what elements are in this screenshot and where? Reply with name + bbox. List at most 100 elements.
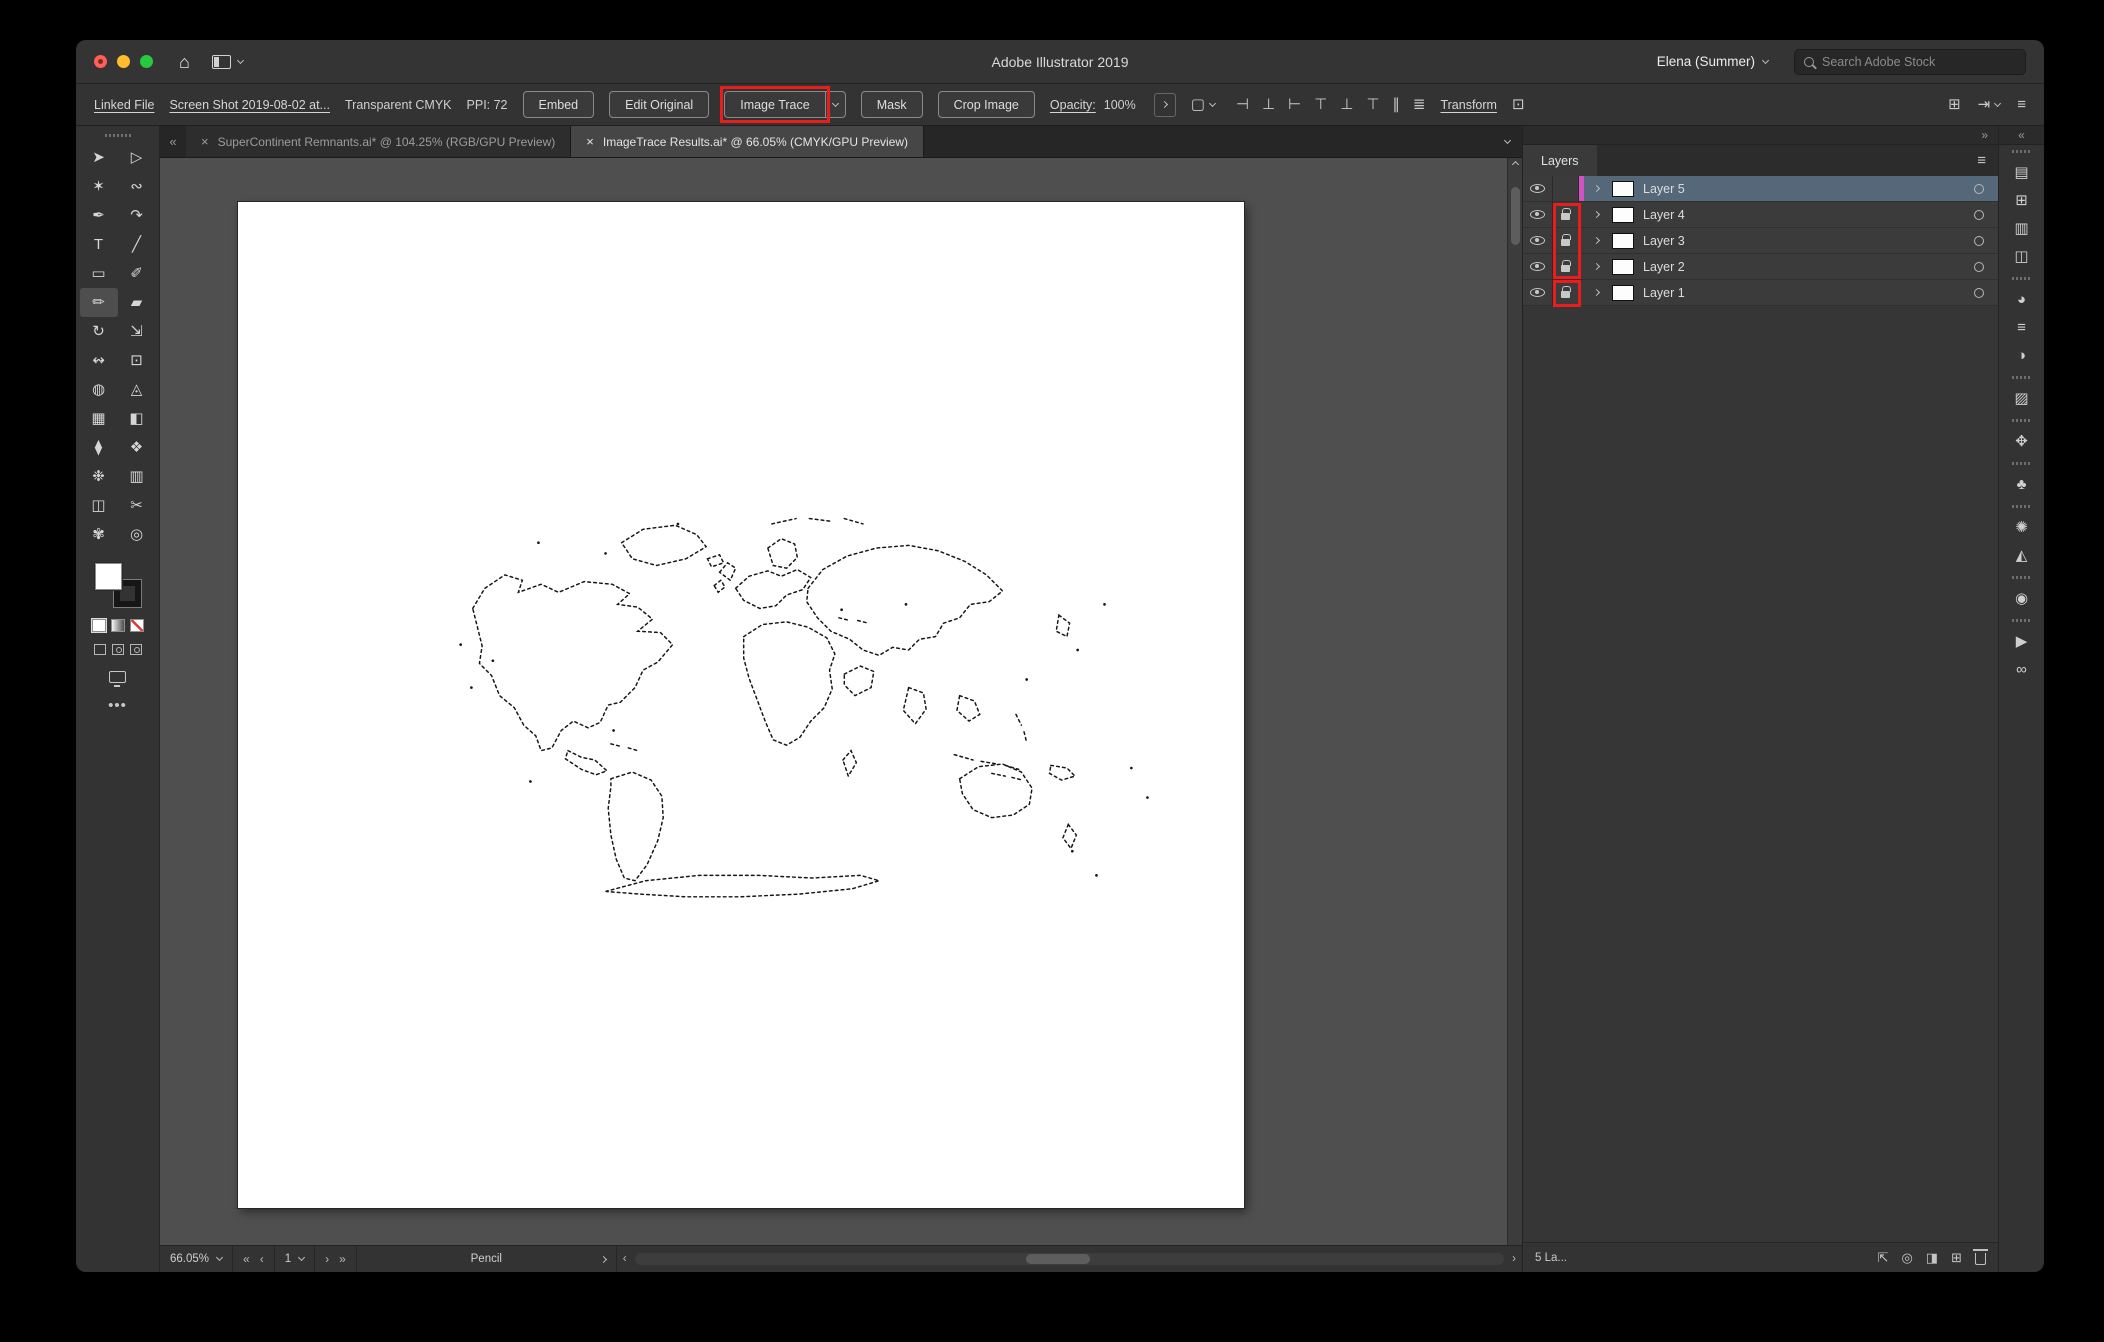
locate-object-icon[interactable]: ◎ [1901,1250,1912,1266]
shape-builder-tool[interactable]: ◍ [80,375,118,404]
gradient-button[interactable] [110,619,125,632]
mesh-tool[interactable]: ▦ [80,404,118,433]
share-document-icon[interactable]: ⇥ [1978,97,2002,112]
transform-label[interactable]: Transform [1440,98,1497,112]
image-trace-button[interactable]: Image Trace [724,91,826,118]
layer-name[interactable]: Layer 2 [1643,260,1685,274]
symbol-sprayer-tool[interactable]: ❉ [80,462,118,491]
opacity-label[interactable]: Opacity: [1050,98,1096,112]
align-horizontal-center-icon[interactable]: ⊥ [1262,97,1275,112]
align-vertical-bottom-icon[interactable]: ⊤ [1366,97,1379,112]
scale-tool[interactable]: ⇲ [118,317,156,346]
free-transform-tool[interactable]: ⊡ [118,346,156,375]
layer-visibility-toggle[interactable] [1523,176,1553,201]
links-panel-icon[interactable]: ∞ [2016,655,2027,683]
distribute-horizontal-icon[interactable]: ∥ [1392,97,1400,112]
edit-toolbar-icon[interactable]: ••• [108,697,127,714]
slice-tool[interactable]: ✂ [118,491,156,520]
pen-tool[interactable]: ✒ [80,201,118,230]
rotate-tool[interactable]: ↻ [80,317,118,346]
artboard-tool[interactable]: ◫ [80,491,118,520]
crop-image-button[interactable]: Crop Image [937,91,1035,118]
appearance-panel-icon[interactable]: ✥ [2015,427,2028,455]
fullscreen-window-button[interactable] [140,55,153,68]
actions-panel-icon[interactable]: ▶ [2016,627,2028,655]
layer-lock-toggle[interactable] [1553,254,1579,279]
layer-lock-toggle[interactable] [1553,202,1579,227]
Layer 4[interactable]: Layer 4 [1523,202,1998,228]
scroll-left-icon[interactable]: ‹ [617,1246,633,1272]
Layer 3[interactable]: Layer 3 [1523,228,1998,254]
opacity-stepper-button[interactable] [1153,92,1176,117]
perspective-grid-tool[interactable]: ◬ [118,375,156,404]
horizontal-scrollbar-thumb[interactable] [1025,1254,1090,1264]
tab-overflow-icon[interactable] [1492,126,1522,157]
horizontal-scrollbar[interactable] [634,1253,1505,1265]
line-segment-tool[interactable]: ╱ [118,230,156,259]
toolbar-grip[interactable] [104,134,131,137]
layer-lock-toggle[interactable] [1553,176,1579,201]
rectangle-tool[interactable]: ▭ [80,259,118,288]
transparency-panel-icon[interactable]: ▨ [2014,384,2028,412]
eraser-tool[interactable]: ▰ [118,288,156,317]
layer-visibility-toggle[interactable] [1523,228,1553,253]
delete-layer-icon[interactable] [1973,1249,1988,1265]
gradient-panel-icon[interactable]: ◑ [2017,341,2026,369]
minimize-window-button[interactable] [117,55,130,68]
document-tab[interactable]: × SuperContinent Remnants.ai* @ 104.25% … [186,126,572,157]
symbols-panel-icon[interactable]: ◫ [2014,242,2028,270]
vertical-scrollbar[interactable] [1507,158,1522,1245]
layer-thumbnail[interactable] [1612,206,1634,223]
arrange-documents-icon[interactable]: ⊞ [1948,97,1961,112]
collapse-panel-icon[interactable]: » [1981,128,1988,142]
stroke-panel-icon[interactable]: ≡ [2017,313,2026,341]
paintbrush-tool[interactable]: ✐ [118,259,156,288]
make-clipping-mask-icon[interactable]: ◨ [1926,1250,1938,1266]
account-menu[interactable]: Elena (Summer) [1657,54,1770,69]
next-artboard-icon[interactable]: › [325,1252,329,1266]
draw-behind-mode-button[interactable] [111,644,124,655]
expand-layer-chevron[interactable] [1584,228,1608,253]
close-window-button[interactable] [94,55,107,68]
selection-tool[interactable]: ➤ [80,143,118,172]
layer-lock-toggle[interactable] [1553,280,1579,305]
home-icon[interactable]: ⌂ [179,53,190,71]
layer-target-icon[interactable] [1974,261,1984,272]
width-tool[interactable]: ↭ [80,346,118,375]
layer-thumbnail[interactable] [1612,232,1634,249]
gradient-tool[interactable]: ◧ [118,404,156,433]
align-horizontal-left-icon[interactable]: ⊣ [1236,97,1249,112]
layer-lock-toggle[interactable] [1553,228,1579,253]
layer-name[interactable]: Layer 3 [1643,234,1685,248]
scroll-up-icon[interactable] [1511,160,1519,169]
curvature-tool[interactable]: ↷ [118,201,156,230]
layer-visibility-toggle[interactable] [1523,202,1553,227]
align-horizontal-right-icon[interactable]: ⊢ [1288,97,1301,112]
color-panel-icon[interactable]: ⊞ [2015,186,2028,214]
column-graph-tool[interactable]: ▥ [118,462,156,491]
new-layer-icon[interactable]: ⊞ [1951,1250,1962,1266]
layer-name[interactable]: Layer 5 [1643,182,1685,196]
hand-tool[interactable]: ✾ [80,520,118,549]
draw-inside-mode-button[interactable] [129,644,142,655]
artboard-navigation-dropdown[interactable]: 1 [275,1246,316,1272]
pattern-options-panel-icon[interactable]: ♣ [2017,470,2027,498]
appearance-style-dropdown[interactable]: ▢ [1191,97,1216,112]
expand-layer-chevron[interactable] [1584,202,1608,227]
layer-target-icon[interactable] [1974,209,1984,220]
layers-panel-tab[interactable]: Layers [1523,145,1597,176]
expand-layer-chevron[interactable] [1584,280,1608,305]
pencil-tool[interactable]: ✏ [79,288,118,317]
layer-name[interactable]: Layer 4 [1643,208,1685,222]
layer-visibility-toggle[interactable] [1523,254,1553,279]
direct-selection-tool[interactable]: ▷ [118,143,156,172]
lasso-tool[interactable]: ∾ [118,172,156,201]
previous-artboard-icon[interactable]: ‹ [260,1252,264,1266]
current-tool-indicator[interactable]: Pencil [357,1246,617,1272]
control-bar-menu-icon[interactable]: ≡ [2017,97,2026,112]
screen-mode-icon[interactable] [109,671,126,687]
Layer 1[interactable]: Layer 1 [1523,280,1998,306]
linked-file-name[interactable]: Screen Shot 2019-08-02 at... [169,98,330,112]
color-button[interactable] [90,618,107,633]
workspace-switcher[interactable] [211,54,244,69]
